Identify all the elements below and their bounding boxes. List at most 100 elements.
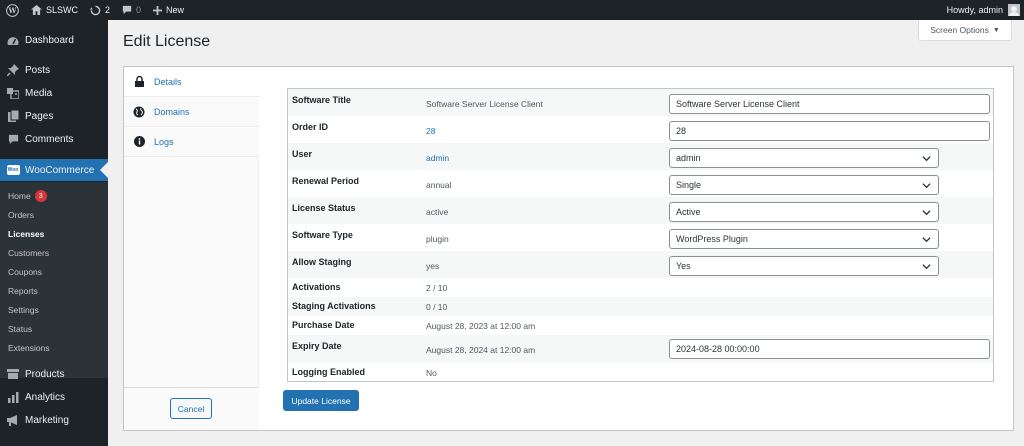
expiry-date-input[interactable]: 2024-08-28 00:00:00 [669,339,990,359]
tab-details[interactable]: Details [124,67,259,97]
analytics-icon [6,390,20,404]
submenu-orders[interactable]: Orders [8,210,34,220]
cancel-button[interactable]: Cancel [170,398,212,419]
submenu-extensions[interactable]: Extensions [8,343,50,353]
menu-label: Marketing [25,414,69,426]
info-icon [133,136,145,148]
license-tabs: Details Domains Logs Cancel [124,67,259,430]
plus-icon [153,5,163,15]
menu-label: Dashboard [25,34,74,46]
field-value: No [426,368,437,378]
tab-label: Domains [154,106,190,117]
license-panel: Details Domains Logs Cancel Software Tit… [123,66,1014,431]
field-value: August 28, 2023 at 12:00 am [426,321,536,331]
field-value: 2 / 10 [426,283,448,293]
menu-label: WooCommerce [25,164,95,176]
submenu-home[interactable]: Home 3 [8,190,47,202]
table-row: Staging Activations 0 / 10 [288,297,993,316]
select-value: WordPress Plugin [676,234,748,244]
media-icon [6,86,20,100]
menu-products[interactable]: Products [0,363,108,385]
comments-link[interactable]: 0 [116,0,147,20]
tab-logs[interactable]: Logs [124,127,259,157]
submenu-label: Settings [8,305,39,315]
products-icon [6,367,20,381]
user-select[interactable]: admin [669,148,939,168]
menu-analytics[interactable]: Analytics [0,386,108,408]
submenu-customers[interactable]: Customers [8,248,49,258]
menu-label: Media [25,87,53,99]
table-row: Renewal Period annual Single [288,170,993,197]
tab-label: Details [154,76,182,87]
submenu-settings[interactable]: Settings [8,305,39,315]
submenu-label: Reports [8,286,38,296]
menu-posts[interactable]: Posts [0,59,108,81]
order-id-link[interactable]: 28 [426,126,435,136]
my-account[interactable]: Howdy, admin [947,4,1024,16]
menu-media[interactable]: Media [0,82,108,104]
submenu-label: Customers [8,248,50,258]
menu-label: Analytics [25,391,66,403]
field-label: Software Title [292,95,351,105]
site-name-link[interactable]: SLSWC [25,0,84,20]
field-label: Expiry Date [292,341,342,351]
comment-bubble-icon [122,5,132,15]
table-row: Allow Staging yes Yes [288,251,993,278]
renewal-period-select[interactable]: Single [669,175,939,195]
submenu-status[interactable]: Status [8,324,32,334]
submenu-reports[interactable]: Reports [8,286,38,296]
field-value: active [426,207,449,217]
table-row: Expiry Date August 28, 2024 at 12:00 am … [288,335,993,363]
pin-icon [6,63,20,77]
chevron-down-icon [922,210,931,216]
allow-staging-select[interactable]: Yes [669,256,939,276]
chevron-down-icon [922,264,931,270]
software-type-select[interactable]: WordPress Plugin [669,229,939,249]
lock-icon [133,76,145,88]
field-value: 0 / 10 [426,302,448,312]
user-link[interactable]: admin [426,153,449,163]
menu-label: Comments [25,133,74,145]
caret-down-icon: ▼ [992,26,1000,34]
menu-pages[interactable]: Pages [0,105,108,127]
page-title: Edit License [123,33,211,50]
license-details-table: Software Title Software Server License C… [287,88,994,382]
updates-count: 2 [105,5,111,15]
new-content-link[interactable]: New [147,0,190,20]
woocommerce-submenu: Home 3 Orders Licenses Customers Coupons… [0,182,108,378]
field-label: User [292,149,313,159]
field-label: Renewal Period [292,176,360,186]
screen-options-label: Screen Options [930,25,989,35]
software-title-input[interactable]: Software Server License Client [669,94,990,114]
field-label: Allow Staging [292,257,352,267]
table-row: Purchase Date August 28, 2023 at 12:00 a… [288,316,993,335]
menu-marketing[interactable]: Marketing [0,409,108,431]
menu-label: Posts [25,64,51,76]
select-value: Single [676,180,702,190]
updates-icon [90,5,101,16]
submenu-coupons[interactable]: Coupons [8,267,42,277]
menu-woocommerce[interactable]: Woo WooCommerce [0,159,108,181]
field-value: plugin [426,234,449,244]
menu-dashboard[interactable]: Dashboard [0,29,108,51]
updates-link[interactable]: 2 [84,0,116,20]
update-license-button[interactable]: Update License [283,390,359,411]
order-id-input[interactable]: 28 [669,121,990,141]
tab-domains[interactable]: Domains [124,97,259,127]
screen-options-button[interactable]: Screen Options ▼ [918,20,1012,41]
license-status-select[interactable]: Active [669,202,939,222]
field-label: Staging Activations [292,301,376,311]
submenu-label: Coupons [8,267,43,277]
submenu-label: Status [8,324,33,334]
field-value: August 28, 2024 at 12:00 am [426,345,536,355]
table-row: Logging Enabled No [288,363,993,382]
comments-count: 0 [136,5,142,15]
admin-bar: W SLSWC 2 0 New Howdy, admin [0,0,1024,20]
new-label: New [166,5,185,15]
submenu-licenses[interactable]: Licenses [8,229,44,239]
wordpress-logo-icon[interactable]: W [0,0,25,20]
comment-icon [6,132,20,146]
greeting: Howdy, admin [946,5,1003,15]
field-label: Software Type [292,230,353,240]
menu-comments[interactable]: Comments [0,128,108,150]
